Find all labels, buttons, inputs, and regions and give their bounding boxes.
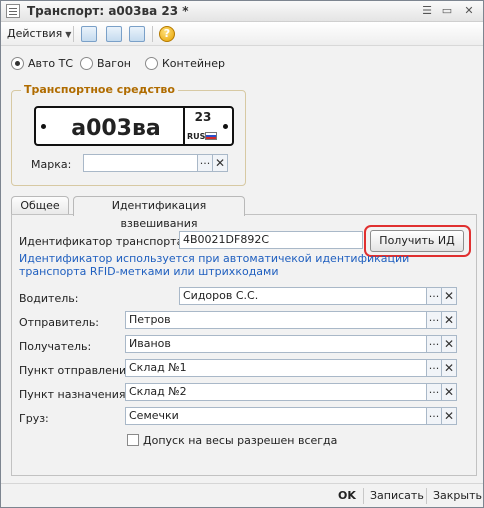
radio-selected-icon [11,56,24,70]
transport-window: Транспорт: а003ва 23 * ☰ ▭ ✕ Действия ▼ ?… [0,0,484,508]
cargo-label: Груз: [19,412,49,425]
vehicle-group-title: Транспортное средство [21,83,178,96]
departure-label: Пункт отправления: [19,364,137,377]
destination-field[interactable]: Склад №2 [125,383,427,401]
cargo-clear-button[interactable]: ✕ [441,407,457,425]
title-bar: Транспорт: а003ва 23 * ☰ ▭ ✕ [1,1,483,22]
footer-bar: OK Записать Закрыть [1,483,483,507]
save-close-icon[interactable] [81,26,97,42]
brand-clear-button[interactable]: ✕ [212,154,228,172]
brand-field[interactable] [83,154,198,172]
radio-unselected-icon [80,56,93,70]
allow-always-label: Допуск на весы разрешен всегда [143,434,338,447]
radio-wagon-label: Вагон [97,56,131,70]
receiver-field[interactable]: Иванов [125,335,427,353]
russian-flag-icon [205,132,217,140]
refresh-icon[interactable] [106,26,122,42]
radio-auto[interactable]: Авто ТС [11,56,73,70]
receiver-label: Получатель: [19,340,92,353]
actions-menu[interactable]: Действия ▼ [7,27,71,40]
allow-always-checkbox[interactable] [127,434,139,446]
departure-select-button[interactable]: ... [426,359,442,377]
plate-divider [183,108,185,144]
brand-select-button[interactable]: ... [197,154,213,172]
radio-container[interactable]: Контейнер [145,56,225,70]
plate-country: RUS [187,132,206,141]
dropdown-caret-icon: ▼ [65,30,72,39]
cargo-select-button[interactable]: ... [426,407,442,425]
sender-clear-button[interactable]: ✕ [441,311,457,329]
driver-label: Водитель: [19,292,79,305]
copy-icon[interactable] [129,26,145,42]
window-title: Транспорт: а003ва 23 * [27,4,189,18]
radio-unselected-icon [145,56,158,70]
menu-icon[interactable]: ☰ [419,4,435,19]
departure-clear-button[interactable]: ✕ [441,359,457,377]
plate-region: 23 [194,110,212,124]
document-icon [6,4,20,18]
toolbar-separator [73,26,74,42]
toolbar-separator [152,26,153,42]
footer-separator [426,488,427,504]
radio-auto-label: Авто ТС [28,56,74,70]
sender-select-button[interactable]: ... [426,311,442,329]
receiver-select-button[interactable]: ... [426,335,442,353]
destination-select-button[interactable]: ... [426,383,442,401]
transport-id-field[interactable]: 4B0021DF892C [179,231,363,249]
license-plate: а003ва 23 RUS [34,106,234,146]
receiver-clear-button[interactable]: ✕ [441,335,457,353]
destination-clear-button[interactable]: ✕ [441,383,457,401]
maximize-icon[interactable]: ▭ [439,4,455,19]
brand-label: Марка: [31,158,72,171]
toolbar: Действия ▼ ? [1,22,483,46]
destination-label: Пункт назначения: [19,388,130,401]
save-button[interactable]: Записать [370,489,424,502]
plate-bolt-icon [223,124,228,129]
plate-bolt-icon [41,124,46,129]
cargo-field[interactable]: Семечки [125,407,427,425]
footer-separator [363,488,364,504]
tab-general[interactable]: Общее [11,196,69,215]
transport-id-label: Идентификатор транспорта: [19,235,188,248]
close-button[interactable]: Закрыть [433,489,482,502]
radio-container-label: Контейнер [162,56,225,70]
id-info-text: Идентификатор используется при автоматич… [19,252,410,278]
help-icon[interactable]: ? [159,26,175,42]
actions-label: Действия [7,27,63,40]
tab-weighing-identification[interactable]: Идентификация взвешивания [73,196,245,230]
departure-field[interactable]: Склад №1 [125,359,427,377]
driver-field[interactable]: Сидоров С.С. [179,287,427,305]
ok-button[interactable]: OK [338,489,356,502]
driver-clear-button[interactable]: ✕ [441,287,457,305]
sender-field[interactable]: Петров [125,311,427,329]
close-icon[interactable]: ✕ [461,4,477,19]
driver-select-button[interactable]: ... [426,287,442,305]
plate-number: а003ва [71,116,161,141]
sender-label: Отправитель: [19,316,100,329]
radio-wagon[interactable]: Вагон [80,56,131,70]
